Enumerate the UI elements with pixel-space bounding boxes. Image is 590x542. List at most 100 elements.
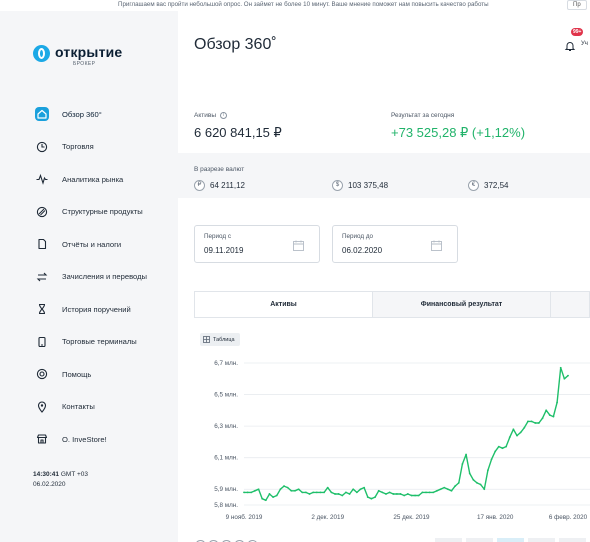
clock-time: 14:30:41 [33,471,60,478]
sidebar-item-label: Зачисления и переводы [62,272,147,282]
sidebar-item-contacts[interactable]: Контакты [0,391,178,424]
assets-summary: Активы i 6 620 841,15 ₽ Результат за сег… [194,101,590,149]
data-point [545,409,548,412]
table-toggle-button[interactable]: Таблица [200,333,240,346]
transfer-icon [35,270,49,284]
clock-zone: GMT +03 [60,471,88,478]
data-point [319,491,322,494]
data-point [385,493,387,495]
terminal-icon [35,335,49,349]
period-7[interactable]: 7 [435,538,462,542]
y-tick-label: 5,8 млн. [214,502,238,509]
data-point [446,488,449,491]
tab-assets[interactable]: Активы [195,292,373,317]
result-label: Результат за сегодня [391,112,455,119]
home-icon [35,107,49,122]
data-point [264,499,267,502]
data-point [501,447,504,450]
y-tick-label: 6,1 млн. [214,455,238,462]
survey-bar: Приглашаем вас пройти небольшой опрос. О… [0,0,590,11]
data-point [468,472,471,475]
period-from-label: Период с [204,233,231,240]
data-point [326,486,329,489]
period-from-field[interactable]: Период с 09.11.2019 [194,225,320,263]
user-menu[interactable]: Уч [581,41,588,47]
period-from-value: 09.11.2019 [204,246,244,255]
data-point [512,428,515,431]
data-point [559,366,562,369]
sidebar-item-orders-history[interactable]: История поручений [0,293,178,326]
currency-breakdown: В разрезе валют ₽ 64 211,12 $ 103 375,48… [178,153,590,198]
pulse-icon [35,172,49,186]
sidebar-item-investore[interactable]: О. InveStore! [0,423,178,456]
sidebar-item-terminals[interactable]: Торговые терминалы [0,326,178,359]
data-point [381,491,384,494]
bell-icon[interactable] [564,39,576,51]
data-point [476,482,478,484]
sidebar: открытие БРОКЕР Обзор 360° Торговля Анал… [0,11,178,542]
tab-financial-result[interactable]: Финансовый результат [373,292,551,317]
assets-line-chart[interactable]: 5,8 млн. 5,9 млн. 6,1 млн. 6,3 млн. 6,5 млн.… [178,351,590,526]
sidebar-item-label: О. InveStore! [62,434,107,444]
sidebar-item-label: История поручений [62,304,131,314]
data-point [417,494,420,497]
data-point [439,488,442,491]
info-icon[interactable]: i [220,112,227,119]
period-180[interactable]: 180 [528,538,555,542]
assets-value: 6 620 841,15 ₽ [194,125,282,140]
data-point [421,491,424,494]
sidebar-item-label: Торговля [62,142,94,152]
dollar-icon: $ [332,180,343,191]
period-30[interactable]: 30 [466,538,493,542]
data-point [275,494,278,497]
assets-label: Активы [194,112,216,119]
data-point [534,422,537,424]
sidebar-item-label: Аналитика рынка [62,174,124,184]
data-point [425,491,427,494]
data-point [366,496,369,499]
period-365[interactable]: 365 [559,538,586,542]
sidebar-item-help[interactable]: Помощь [0,358,178,391]
data-point [345,491,347,494]
sidebar-item-trading[interactable]: Торговля [0,131,178,164]
data-point [490,458,493,461]
data-point [530,420,533,423]
data-point [479,483,482,486]
data-point [472,478,475,481]
data-point [450,489,453,492]
period-to-field[interactable]: Период до 06.02.2020 [332,225,458,263]
data-point [290,489,293,492]
data-point [334,493,336,495]
data-point [548,414,551,416]
help-icon [35,367,49,381]
data-point [541,417,544,420]
hourglass-icon [35,302,49,316]
brand-sub: БРОКЕР [73,61,96,67]
data-point [257,488,260,491]
data-point [563,377,566,380]
data-point [487,469,489,472]
data-point [374,496,376,499]
data-point [527,420,529,423]
calendar-icon[interactable] [431,238,442,251]
data-point [377,489,380,492]
sidebar-item-overview[interactable]: Обзор 360° [0,98,178,131]
currency-usd: $ 103 375,48 [332,180,388,191]
calendar-icon[interactable] [293,238,304,251]
data-point [508,436,511,439]
data-point [337,493,340,495]
data-point [494,450,497,453]
data-point [304,491,307,494]
sidebar-item-reports[interactable]: Отчёты и налоги [0,228,178,261]
sidebar-item-analytics[interactable]: Аналитика рынка [0,163,178,196]
period-90[interactable]: 90 [497,538,524,542]
sidebar-item-transfers[interactable]: Зачисления и переводы [0,261,178,294]
euro-icon: € [468,180,479,191]
sidebar-item-structured[interactable]: Структурные продукты [0,196,178,229]
data-point [516,434,518,437]
survey-button[interactable]: Пр [567,0,587,10]
brand-logo[interactable]: открытие БРОКЕР [33,45,122,67]
currency-value: 372,54 [484,181,509,190]
data-point [392,493,395,495]
data-point [399,493,402,495]
